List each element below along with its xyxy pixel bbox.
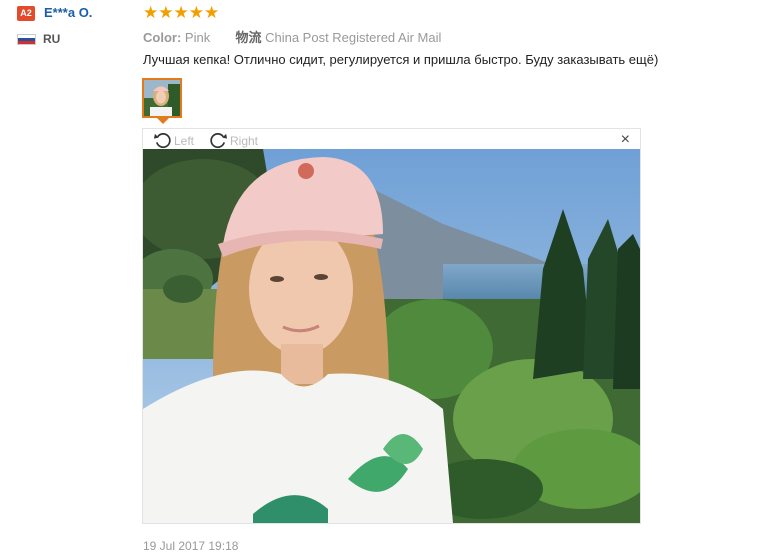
- shipping-method: China Post Registered Air Mail: [265, 30, 442, 45]
- rotate-right-label: Right: [230, 133, 259, 148]
- reviewer-country: RU: [43, 32, 61, 46]
- selfie-photo: [143, 149, 640, 523]
- reviewer-name[interactable]: E***a O.: [44, 5, 92, 20]
- logistics-icon: 物流: [235, 30, 262, 45]
- rotate-left-button[interactable]: Left: [153, 131, 194, 150]
- review-photo-thumbnail[interactable]: [142, 78, 182, 118]
- photo-viewer: Left Right ×: [142, 128, 641, 524]
- review-text: Лучшая кепка! Отлично сидит, регулируетс…: [143, 52, 659, 67]
- rotate-right-button[interactable]: Right: [209, 131, 258, 150]
- color-value: Pink: [184, 30, 211, 45]
- color-label: Color:: [143, 30, 182, 45]
- star-rating: ★★★★★: [143, 3, 220, 22]
- rotate-left-icon: [153, 133, 171, 149]
- review-meta: Color: Pink 物流 China Post Registered Air…: [143, 27, 441, 46]
- thumbnail-image: [144, 80, 180, 116]
- close-icon[interactable]: ×: [621, 131, 630, 149]
- review-date: 19 Jul 2017 19:18: [143, 539, 239, 553]
- thumbnail-pointer: [157, 118, 169, 124]
- buyer-level-badge: A2: [17, 6, 35, 21]
- rotate-left-label: Left: [174, 133, 195, 148]
- rotate-right-icon: [210, 133, 228, 149]
- review-photo: [143, 149, 640, 523]
- russia-flag-icon: [17, 34, 36, 45]
